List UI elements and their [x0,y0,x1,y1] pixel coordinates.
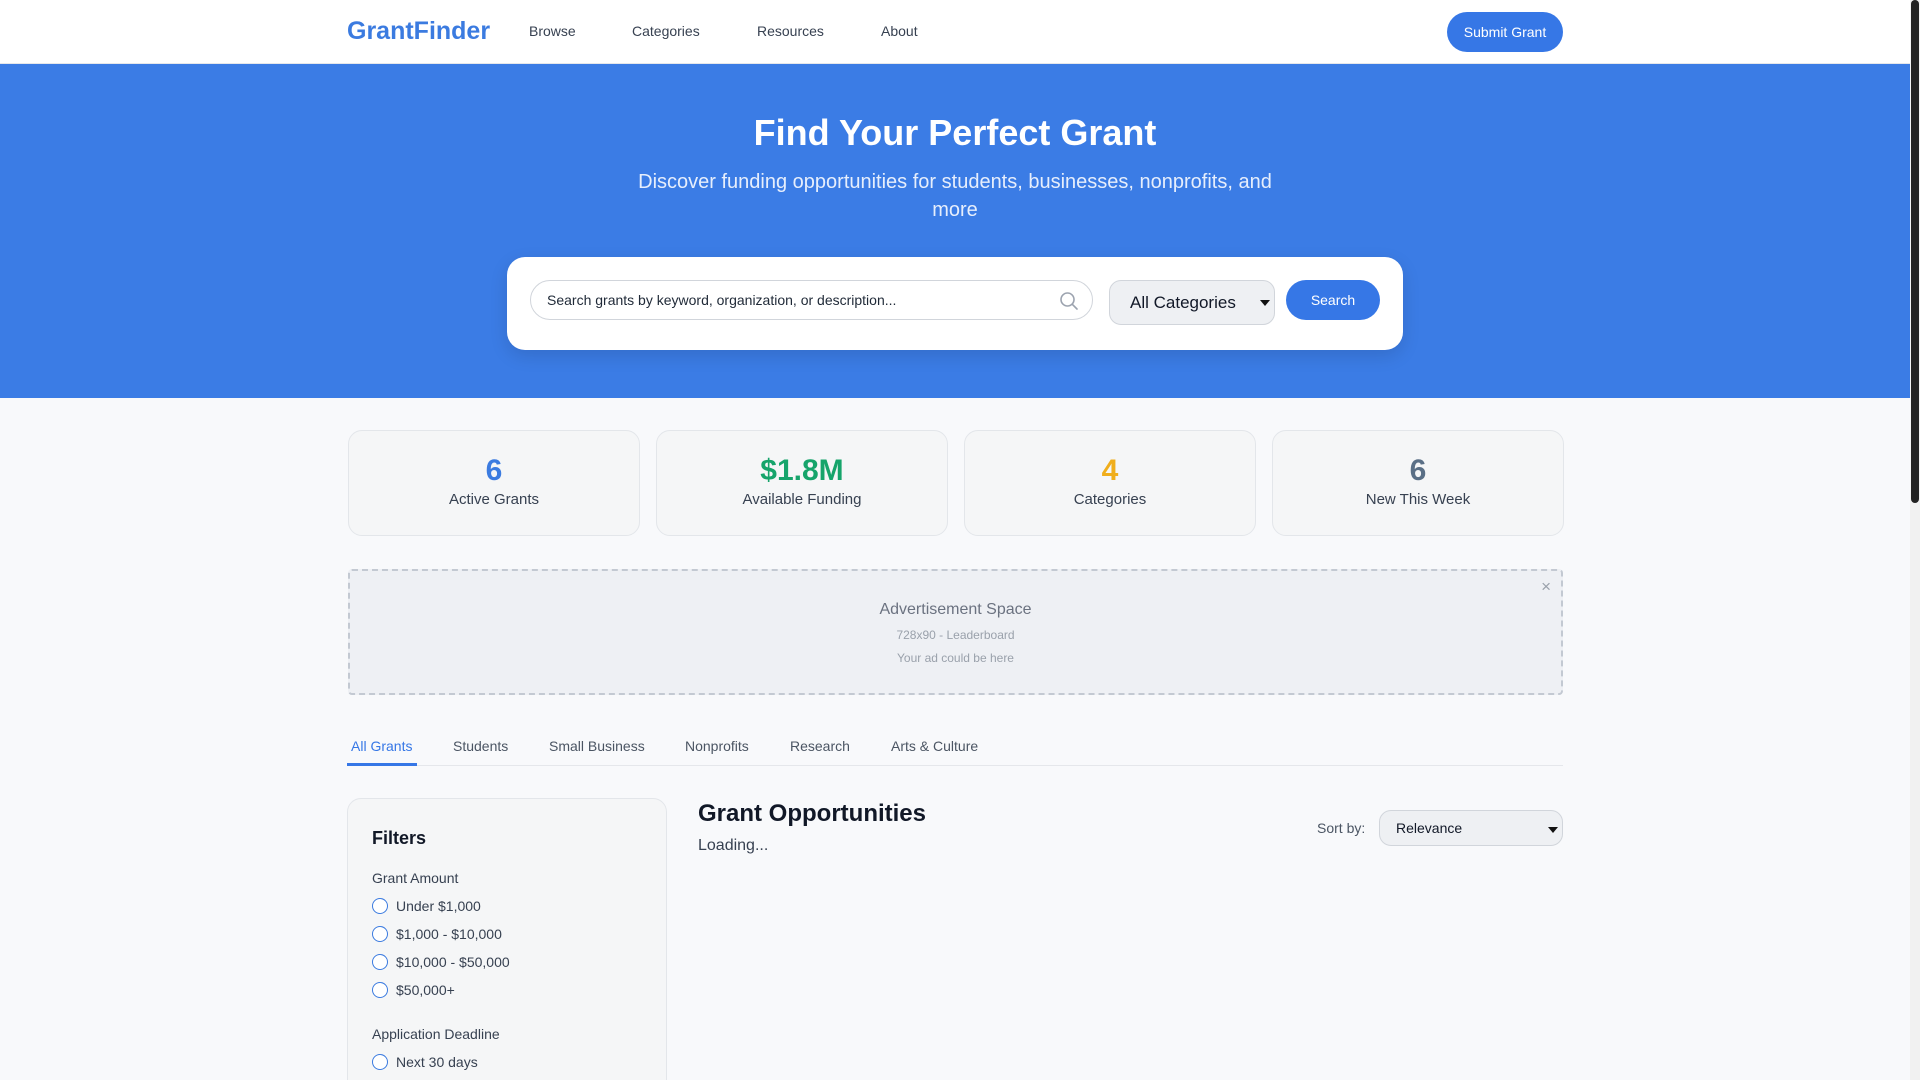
sort-select-value: Relevance [1396,820,1463,836]
stat-value: $1.8M [760,454,844,487]
stat-label: New This Week [1365,491,1471,508]
tab-students[interactable]: Students [453,738,508,754]
ad-title: Advertisement Space [879,601,1032,618]
amount-option-10000-50000[interactable]: $10,000 - $50,000 [372,952,510,972]
stat-value: 4 [1101,454,1119,487]
close-icon[interactable]: × [1541,577,1551,597]
nav-browse[interactable]: Browse [529,23,576,39]
application-deadline-label: Application Deadline [372,1026,500,1042]
search-button[interactable]: Search [1286,280,1380,320]
scrollbar-thumb[interactable] [1911,0,1919,503]
active-tab-indicator [347,763,417,766]
radio-label: Next 30 days [396,1054,478,1070]
stat-value: 6 [1409,454,1427,487]
tab-research[interactable]: Research [790,738,850,754]
amount-option-under-1000[interactable]: Under $1,000 [372,896,481,916]
stat-label: Available Funding [742,491,862,508]
advertisement-banner: Advertisement Space 728x90 - Leaderboard… [348,569,1563,695]
amount-option-50000-plus[interactable]: $50,000+ [372,980,455,1000]
filters-title: Filters [372,828,427,848]
hero-title: Find Your Perfect Grant [753,112,1157,153]
radio-label: $10,000 - $50,000 [396,954,510,970]
filters-panel: Filters Grant Amount Under $1,000 $1,000… [347,798,667,1080]
stat-label: Active Grants [448,491,540,508]
chevron-down-icon [1260,300,1270,306]
submit-grant-button[interactable]: Submit Grant [1447,12,1563,52]
radio-button[interactable] [372,982,388,998]
radio-label: $50,000+ [396,982,455,998]
results-title: Grant Opportunities [698,800,926,827]
radio-button[interactable] [372,954,388,970]
search-panel: All Categories Search [507,257,1403,350]
hero-section: Find Your Perfect Grant Discover funding… [0,64,1910,398]
nav-about[interactable]: About [881,23,918,39]
deadline-option-next-30-days[interactable]: Next 30 days [372,1052,478,1072]
tab-all-grants[interactable]: All Grants [351,738,412,754]
stat-card-available-funding: $1.8M Available Funding [656,430,948,536]
stat-card-active-grants: 6 Active Grants [348,430,640,536]
amount-option-1000-10000[interactable]: $1,000 - $10,000 [372,924,502,944]
sort-select[interactable]: Relevance [1379,810,1563,846]
stat-card-categories: 4 Categories [964,430,1256,536]
stat-card-new-this-week: 6 New This Week [1272,430,1564,536]
category-select[interactable]: All Categories [1109,280,1275,325]
site-logo[interactable]: GrantFinder [347,17,490,46]
tab-arts-culture[interactable]: Arts & Culture [891,738,978,754]
nav-resources[interactable]: Resources [757,23,824,39]
nav-categories[interactable]: Categories [632,23,700,39]
chevron-down-icon [1548,827,1558,833]
tab-small-business[interactable]: Small Business [549,738,645,754]
radio-label: Under $1,000 [396,898,481,914]
loading-status: Loading... [698,837,769,854]
radio-button[interactable] [372,898,388,914]
search-input[interactable] [530,280,1093,320]
top-navbar: GrantFinder Browse Categories Resources … [0,0,1910,64]
grant-amount-label: Grant Amount [372,870,459,886]
tab-nonprofits[interactable]: Nonprofits [685,738,749,754]
radio-label: $1,000 - $10,000 [396,926,502,942]
category-select-value: All Categories [1130,292,1236,312]
hero-subtitle: Discover funding opportunities for stude… [638,171,1272,221]
search-icon[interactable] [1059,291,1079,311]
radio-button[interactable] [372,926,388,942]
ad-note: Your ad could be here [897,651,1014,665]
sort-label: Sort by: [1317,820,1366,836]
stat-label: Categories [1073,491,1147,508]
ad-size: 728x90 - Leaderboard [896,628,1015,642]
category-tabs: All Grants Students Small Business Nonpr… [347,724,1563,766]
radio-button[interactable] [372,1054,388,1070]
stat-value: 6 [485,454,503,487]
